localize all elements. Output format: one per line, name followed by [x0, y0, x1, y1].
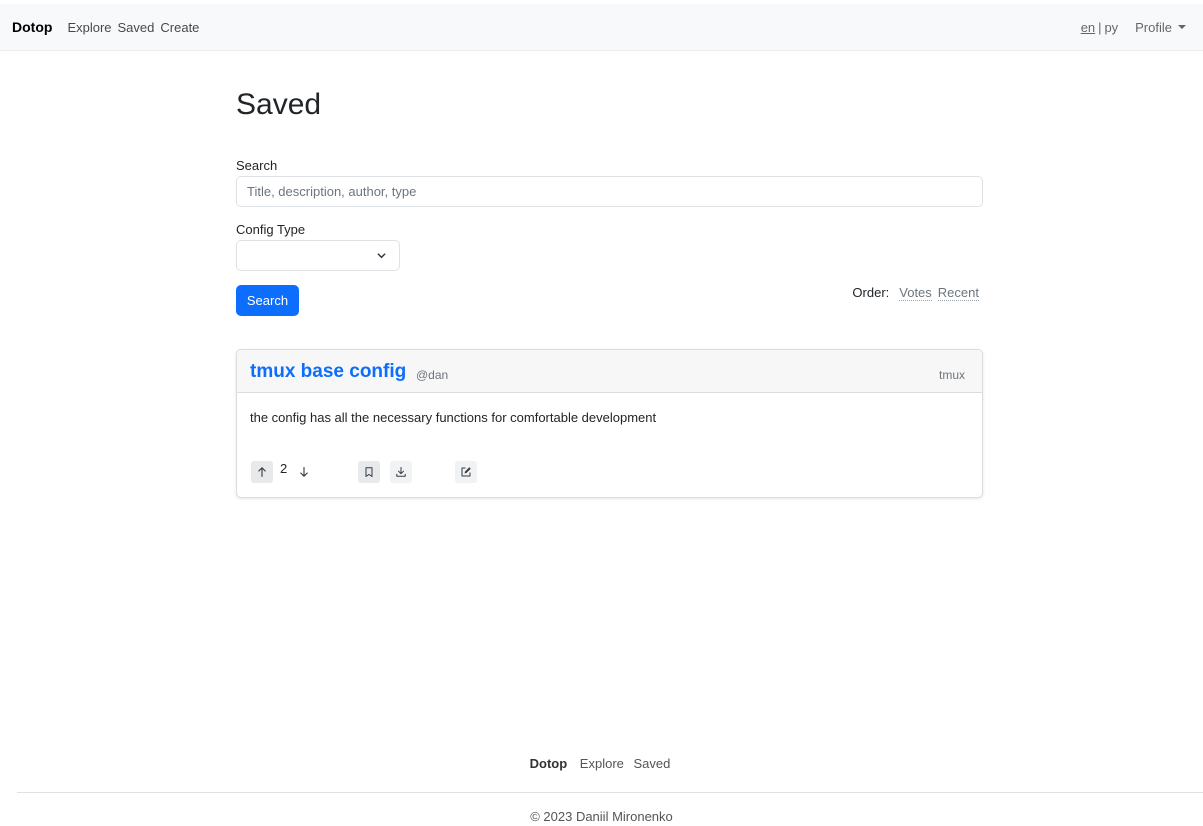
save-bookmark-button[interactable] — [358, 461, 380, 483]
language-switcher: en | ру — [1081, 20, 1118, 35]
card-header: tmux base config @dan tmux — [237, 350, 982, 393]
navbar-right: en | ру Profile — [1081, 20, 1186, 35]
profile-label: Profile — [1135, 19, 1172, 35]
download-icon — [396, 467, 406, 477]
order-votes-link[interactable]: Votes — [899, 285, 932, 301]
chevron-down-icon — [377, 253, 386, 259]
brand-logo[interactable]: Dotop — [12, 19, 52, 35]
config-title-link[interactable]: tmux base config — [250, 361, 406, 383]
edit-button[interactable] — [455, 461, 477, 483]
vote-count: 2 — [280, 461, 288, 476]
config-type-badge: tmux — [938, 368, 965, 382]
order-label: Order: — [852, 285, 890, 300]
navbar: Dotop Explore Saved Create en | ру Profile — [0, 4, 1203, 51]
download-button[interactable] — [390, 461, 412, 483]
nav-link-create[interactable]: Create — [160, 20, 199, 35]
arrow-up-icon — [258, 467, 266, 478]
config-type-label: Config Type — [236, 222, 306, 237]
config-description: the config has all the necessary functio… — [250, 410, 657, 425]
footer-brand-link[interactable]: Dotop — [530, 756, 568, 771]
footer-divider — [17, 792, 1203, 793]
nav-link-explore[interactable]: Explore — [67, 20, 111, 35]
search-label: Search — [236, 158, 278, 173]
config-card: tmux base config @dan tmux the config ha… — [236, 349, 983, 498]
config-type-select[interactable] — [236, 240, 400, 271]
footer-link-saved[interactable]: Saved — [634, 756, 671, 771]
bookmark-icon — [365, 467, 373, 477]
caret-down-icon — [1178, 25, 1186, 29]
lang-en-link[interactable]: en — [1081, 20, 1095, 35]
edit-icon — [461, 467, 471, 477]
profile-dropdown[interactable]: Profile — [1135, 20, 1186, 35]
order-controls: Order: Votes Recent — [852, 285, 979, 301]
order-recent-link[interactable]: Recent — [937, 285, 979, 301]
upvote-button[interactable] — [251, 461, 273, 483]
search-input[interactable] — [236, 176, 983, 207]
page-title: Saved — [236, 88, 322, 121]
nav-link-saved[interactable]: Saved — [118, 20, 155, 35]
footer-nav: Dotop Explore Saved — [0, 756, 1203, 771]
lang-ru-link[interactable]: ру — [1105, 20, 1119, 35]
lang-separator: | — [1098, 19, 1102, 35]
footer-link-explore[interactable]: Explore — [580, 756, 624, 771]
footer-copyright: © 2023 Daniil Mironenko — [530, 809, 673, 824]
search-button[interactable]: Search — [236, 285, 299, 316]
downvote-button[interactable] — [293, 461, 315, 483]
arrow-down-icon — [300, 466, 308, 477]
config-author-link[interactable]: @dan — [416, 368, 448, 382]
